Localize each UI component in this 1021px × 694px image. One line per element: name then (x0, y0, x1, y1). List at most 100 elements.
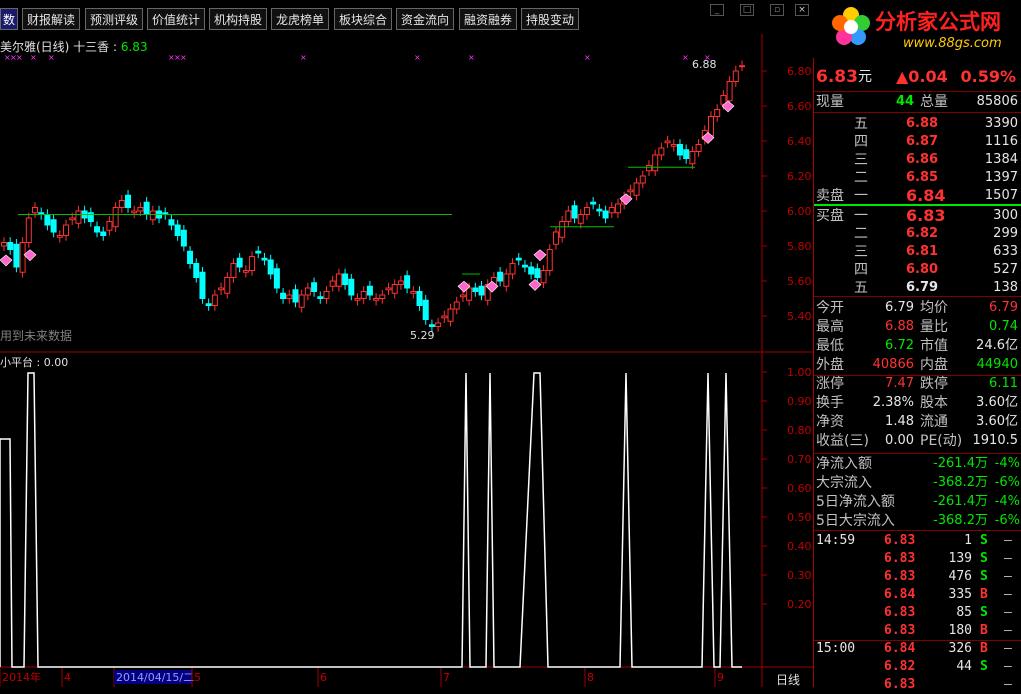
candle-body (583, 207, 590, 215)
signal-diamond-icon (533, 249, 547, 262)
toolbar-tab-7[interactable]: 资金流向 (396, 8, 454, 30)
close-icon[interactable]: × (795, 4, 809, 16)
expand-icon[interactable]: ▫ (770, 4, 784, 16)
ask-row: 五 6.88 3390 (814, 115, 1021, 133)
high-price-marker: 6.88 (692, 58, 717, 71)
candle-body (645, 165, 652, 172)
tick-row: 6.83 180 B – (814, 622, 1021, 640)
bid-volume: 633 (993, 244, 1018, 259)
total-volume: 85806 (976, 94, 1018, 109)
tick-dash: – (1004, 677, 1012, 692)
minimize-icon[interactable]: _ (710, 4, 724, 16)
tick-side: B (980, 641, 988, 656)
candle-body (466, 287, 473, 301)
toolbar-tab-5[interactable]: 龙虎榜单 (271, 8, 329, 30)
bid-row: 四 6.80 527 (814, 261, 1021, 279)
price-tick-label: 6.20 (787, 170, 812, 183)
tick-price: 6.83 (884, 605, 916, 620)
quote-panel: 6.83 元 ▲0.04 0.59% 现量 44 总量 85806 五 6.88 3390 四 6.87… (813, 58, 1021, 692)
candle-body (168, 219, 175, 226)
future-data-note: 用到未来数据 (0, 329, 73, 343)
candle-body (639, 175, 646, 184)
candle-body (125, 194, 132, 208)
ask-row: 二 6.85 1397 (814, 169, 1021, 187)
ask-row: 卖盘一 6.84 1507 (814, 187, 1021, 205)
candle-body (354, 298, 361, 301)
candle-body (521, 264, 528, 268)
candle-body (112, 207, 119, 228)
candle-body (373, 298, 380, 301)
toolbar-tab-4[interactable]: 机构持股 (209, 8, 267, 30)
indicator-tick-label: 0.50 (787, 511, 812, 524)
tick-row: 6.83 139 S – (814, 550, 1021, 568)
divider (814, 530, 1021, 531)
candle-body (689, 151, 696, 165)
toolbar-tab-9[interactable]: 持股变动 (521, 8, 579, 30)
window-controls: _ □ ▫ × (700, 0, 815, 20)
candle-body (137, 207, 144, 212)
flow-label: 净流入额 (816, 456, 872, 472)
candle-body (447, 308, 454, 322)
signal-diamond-icon (0, 254, 13, 267)
candle-body (211, 294, 218, 306)
bid-volume: 300 (993, 208, 1018, 223)
flow-label: 5日净流入额 (816, 494, 895, 510)
tick-row: 6.82 44 S – (814, 658, 1021, 676)
divider (814, 91, 1021, 92)
stat-row: 今开 6.79 均价 6.79 (814, 299, 1021, 317)
toolbar-tab-6[interactable]: 板块综合 (334, 8, 392, 30)
stat-label: 均价 (920, 300, 948, 316)
logo-url: www.88gs.com (903, 36, 1002, 51)
ask-level: 三 (854, 152, 868, 168)
signal-cross-icon: × (180, 53, 187, 62)
indicator-tick-label: 0.80 (787, 424, 812, 437)
tick-row: 6.83 85 S – (814, 604, 1021, 622)
candle-body (571, 205, 578, 219)
toolbar-tab-2[interactable]: 预测评级 (85, 8, 143, 30)
candle-body (180, 229, 187, 247)
period-label[interactable]: 日线 (776, 671, 800, 688)
stat-label: 跌停 (920, 376, 948, 392)
stat-value: 1.48 (885, 414, 914, 429)
candle-body (670, 144, 677, 147)
stat-label: 股本 (920, 395, 948, 411)
stat-row: 收益(三) 0.00 PE(动) 1910.5 (814, 432, 1021, 450)
candle-body (131, 210, 138, 214)
candle-body (435, 322, 442, 327)
chart-area[interactable]: 6.80 6.60 6.40 6.20 6.00 5.80 5.60 5.40 1.00 0.90… (0, 34, 813, 687)
candle-body (546, 249, 553, 271)
candle-body (56, 235, 63, 238)
candle-body (459, 294, 466, 298)
candle-body (218, 287, 225, 291)
candle-body (273, 268, 280, 289)
flow-pct: -6% (994, 475, 1020, 490)
toolbar-tab-0[interactable]: 数 (0, 8, 18, 30)
candle-body (664, 140, 671, 144)
flow-pct: -6% (994, 513, 1020, 528)
ask-price: 6.85 (906, 170, 939, 185)
candle-body (199, 271, 206, 299)
candle-body (509, 263, 516, 275)
date-label: 6 (320, 671, 327, 684)
date-label: 4 (64, 671, 71, 684)
sell-label: 卖盘 (816, 188, 844, 204)
flow-value: -261.4万 (933, 494, 988, 509)
candle-body (410, 291, 417, 294)
toolbar-tab-8[interactable]: 融资融券 (459, 8, 517, 30)
toolbar-tab-1[interactable]: 财报解读 (22, 8, 80, 30)
date-label: 8 (587, 671, 594, 684)
price-tick-label: 6.60 (787, 100, 812, 113)
candle-body (732, 70, 739, 82)
bid-volume: 138 (993, 280, 1018, 295)
toolbar-tab-3[interactable]: 价值统计 (147, 8, 205, 30)
candle-body (7, 242, 14, 250)
date-label: 7 (443, 671, 450, 684)
flow-row: 5日净流入额 -261.4万 -4% (814, 493, 1021, 511)
restore-icon[interactable]: □ (740, 4, 754, 16)
candle-body (559, 221, 566, 238)
candle-body (453, 301, 460, 310)
candle-body (25, 217, 32, 243)
candle-body (63, 224, 70, 236)
tick-row: 14:59 6.83 1 S – (814, 532, 1021, 550)
candle-body (707, 116, 714, 137)
